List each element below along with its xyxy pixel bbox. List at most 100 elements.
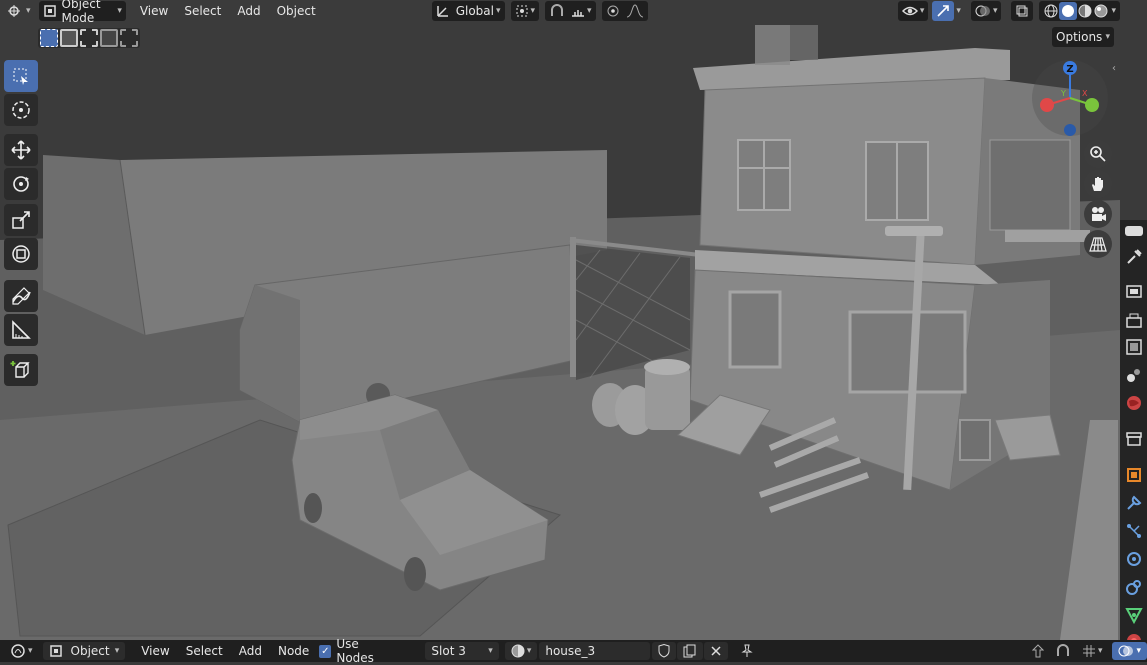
select-box-tool[interactable]	[4, 60, 38, 92]
chevron-down-icon: ▾	[488, 646, 493, 656]
particles-tab-icon[interactable]	[1125, 522, 1143, 540]
zoom-button[interactable]	[1084, 140, 1112, 168]
footer-menu-add[interactable]: Add	[231, 644, 270, 658]
chevron-down-icon: ▾	[530, 6, 536, 16]
chevron-down-icon: ▾	[117, 6, 122, 16]
constraints-tab-icon[interactable]	[1125, 578, 1143, 596]
overlay-icon	[975, 5, 990, 17]
add-cube-tool[interactable]	[4, 354, 38, 386]
snap-toggle-bottom[interactable]	[1026, 642, 1050, 660]
gizmo-neg-z-axis[interactable]	[1064, 124, 1076, 136]
navigation-gizmo[interactable]: Z Y X	[1030, 58, 1110, 138]
output-tab-icon[interactable]	[1125, 312, 1143, 330]
editor-type-button[interactable]: ▾	[4, 1, 35, 21]
magnet-icon	[1056, 644, 1069, 656]
transform-orientation-selector[interactable]: Global ▾	[431, 1, 505, 21]
physics-tab-icon[interactable]	[1125, 550, 1143, 568]
perspective-toggle-button[interactable]	[1084, 230, 1112, 258]
move-tool[interactable]	[4, 134, 38, 166]
object-type-selector[interactable]: Object ▾	[42, 642, 126, 660]
snapping-button[interactable]: ▾	[545, 1, 596, 21]
sidebar-expand-icon[interactable]: ‹	[1112, 63, 1116, 74]
camera-view-button[interactable]	[1084, 200, 1112, 228]
overlays-button-bottom[interactable]: ▾	[1112, 642, 1147, 660]
viewport-3d[interactable]	[0, 0, 1120, 640]
editor-type-icon	[8, 5, 20, 17]
select-invert-icon[interactable]	[100, 29, 118, 47]
collection-tab-icon[interactable]	[1125, 430, 1143, 448]
mode-selector[interactable]: Object Mode ▾	[38, 0, 126, 25]
shader-editor-icon	[11, 644, 25, 658]
footer-menu-node[interactable]: Node	[270, 644, 317, 658]
use-nodes-checkbox[interactable]: ✓	[319, 644, 332, 658]
rendered-shading-icon[interactable]	[1093, 3, 1109, 19]
visibility-button[interactable]: ▾	[897, 1, 929, 21]
magnet-button-bottom[interactable]	[1050, 642, 1076, 660]
menu-object[interactable]: Object	[269, 4, 324, 18]
measure-tool[interactable]	[4, 314, 38, 346]
material-shading-icon[interactable]	[1077, 3, 1093, 19]
transform-tool[interactable]	[4, 238, 38, 270]
select-intersect-icon[interactable]	[120, 29, 138, 47]
pan-button[interactable]	[1084, 170, 1112, 198]
material-browse-button[interactable]: ▾	[504, 642, 538, 660]
scene-tab-icon[interactable]	[1125, 366, 1143, 384]
material-name-field[interactable]: house_3	[539, 642, 650, 660]
world-tab-icon[interactable]	[1125, 394, 1143, 412]
eye-icon	[901, 6, 918, 16]
chevron-down-icon: ▾	[26, 6, 31, 16]
menu-add[interactable]: Add	[229, 4, 268, 18]
chevron-down-icon: ▾	[1136, 646, 1142, 656]
chevron-down-icon: ▾	[28, 646, 33, 656]
pin-button[interactable]	[734, 642, 760, 660]
solid-shading-icon[interactable]	[1059, 2, 1078, 20]
gizmo-x-axis[interactable]	[1040, 98, 1054, 112]
editor-type-button-bottom[interactable]: ▾	[4, 642, 39, 660]
unlink-material-button[interactable]	[703, 642, 728, 660]
wireframe-shading-icon[interactable]	[1043, 3, 1059, 19]
object-tab-icon[interactable]	[1125, 466, 1143, 484]
cursor-icon	[12, 101, 30, 119]
render-tab-icon[interactable]	[1125, 282, 1143, 300]
data-tab-icon[interactable]	[1125, 606, 1143, 624]
tool-tab-icon[interactable]	[1125, 248, 1143, 266]
gizmo-x-label: X	[1082, 89, 1088, 98]
select-extend-icon[interactable]	[60, 29, 78, 47]
options-dropdown[interactable]: Options ▾	[1052, 27, 1114, 47]
overlays-button[interactable]: ▾	[970, 1, 1002, 21]
select-subtract-icon[interactable]	[80, 29, 98, 47]
transform-icon	[12, 245, 30, 263]
modifier-tab-icon[interactable]	[1125, 494, 1143, 512]
proportional-editing-button[interactable]	[601, 1, 648, 21]
footer-menu-view[interactable]: View	[133, 644, 177, 658]
chevron-down-icon: ▾	[992, 6, 998, 16]
pivot-point-button[interactable]: ▾	[510, 1, 540, 21]
gizmo-y-axis[interactable]	[1085, 98, 1099, 112]
material-sphere-icon	[511, 644, 525, 658]
pivot-icon	[516, 5, 528, 17]
mode-label: Object Mode	[61, 0, 101, 25]
gizmo-toggle-button[interactable]	[932, 1, 955, 21]
rotate-tool[interactable]	[4, 168, 38, 200]
chevron-down-icon[interactable]: ▾	[956, 6, 961, 16]
annotate-tool[interactable]	[4, 280, 38, 312]
duplicate-material-button[interactable]	[676, 642, 703, 660]
snap-element-bottom[interactable]: ▾	[1076, 642, 1109, 660]
selection-mode-group	[38, 28, 140, 48]
camera-icon	[1092, 207, 1106, 221]
tool-settings-icon[interactable]	[1125, 222, 1143, 240]
chevron-down-icon: ▾	[1105, 32, 1110, 42]
menu-view[interactable]: View	[132, 4, 176, 18]
xray-toggle-button[interactable]	[1011, 1, 1034, 21]
view-layer-tab-icon[interactable]	[1125, 338, 1143, 356]
use-nodes-label: Use Nodes	[336, 637, 374, 665]
menu-select[interactable]: Select	[176, 4, 229, 18]
slot-selector[interactable]: Slot 3 ▾	[425, 642, 499, 660]
scale-tool[interactable]	[4, 204, 38, 236]
rotate-icon	[13, 176, 29, 192]
use-nodes-toggle[interactable]: ✓ Use Nodes	[317, 637, 397, 665]
footer-menu-select[interactable]: Select	[178, 644, 231, 658]
fake-user-button[interactable]	[651, 642, 676, 660]
cursor-tool[interactable]	[4, 94, 38, 126]
select-new-icon[interactable]	[40, 29, 58, 47]
